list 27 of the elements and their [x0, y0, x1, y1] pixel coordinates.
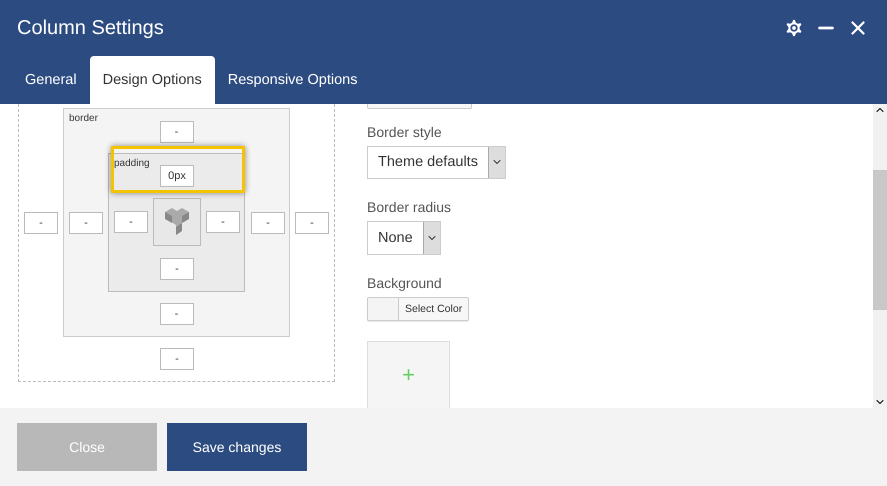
margin-left-field[interactable]: - — [24, 212, 58, 234]
margin-bottom-field[interactable]: - — [160, 348, 194, 370]
save-button[interactable]: Save changes — [167, 423, 307, 471]
border-right-field[interactable]: - — [251, 212, 285, 234]
padding-top-field[interactable]: 0px — [160, 165, 194, 187]
field-label: Border radius — [367, 199, 452, 215]
tab[interactable]: Responsive Options — [214, 56, 370, 104]
border-label: border — [69, 113, 99, 124]
tab[interactable]: Design Options — [90, 56, 215, 104]
border-bottom-field[interactable]: - — [160, 303, 194, 325]
padding-label: padding — [114, 158, 151, 169]
padding-bottom-field[interactable]: - — [160, 258, 194, 280]
margin-right-field[interactable]: - — [295, 212, 329, 234]
color-picker-button[interactable] — [367, 104, 472, 108]
padding-left-field[interactable]: - — [114, 211, 148, 233]
field-label: Background — [367, 274, 442, 290]
window-title: Column Settings — [17, 16, 165, 40]
logo-icon — [163, 207, 191, 237]
color-picker-button[interactable]: Select Color — [367, 296, 470, 320]
field-label: Border style — [367, 124, 442, 140]
scrollbar[interactable] — [873, 104, 887, 408]
border-left-field[interactable]: - — [69, 212, 103, 234]
padding-right-field[interactable]: - — [206, 211, 240, 233]
border-top-field[interactable]: - — [160, 121, 194, 143]
select-dropdown[interactable]: None — [367, 221, 441, 254]
tab[interactable]: General — [12, 56, 90, 104]
select-dropdown[interactable]: Theme defaults — [367, 146, 506, 179]
